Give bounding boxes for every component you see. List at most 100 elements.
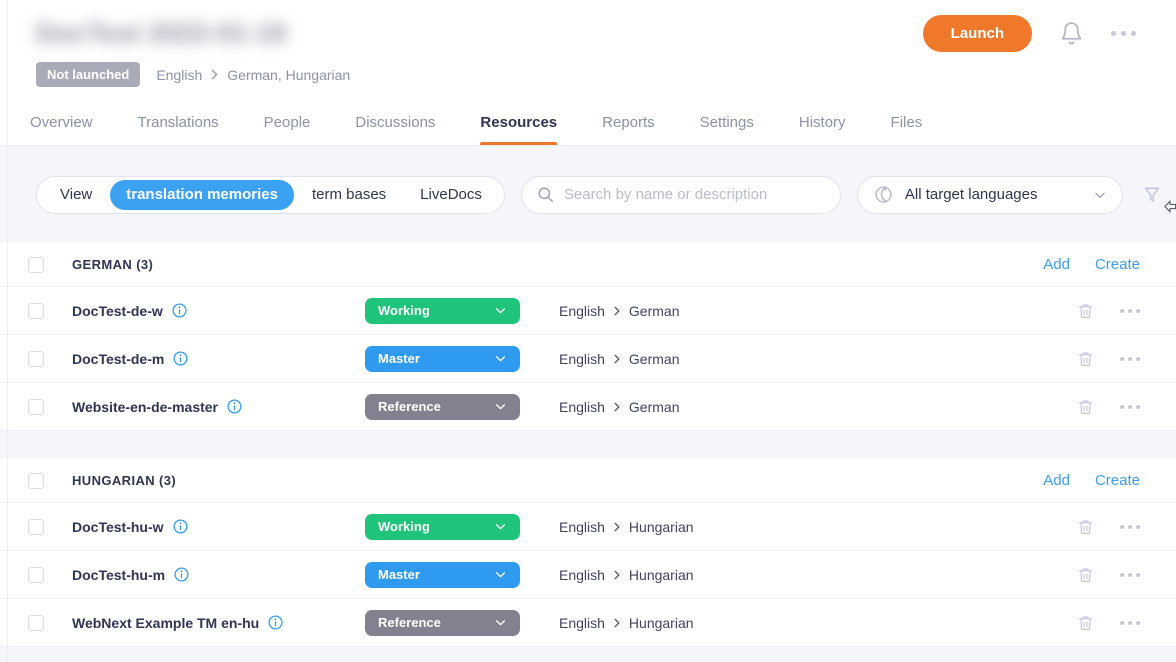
add-link[interactable]: Add (1043, 472, 1070, 489)
row-checkbox[interactable] (28, 615, 44, 631)
section-header: HUNGARIAN (3) Add Create (0, 459, 1176, 503)
row-more-menu-icon[interactable] (1120, 521, 1140, 533)
table-row: DocTest-de-m Master English German (0, 335, 1176, 383)
resource-name[interactable]: Website-en-de-master (72, 399, 218, 415)
resource-name[interactable]: DocTest-hu-w (72, 519, 164, 535)
status-label: Master (378, 351, 420, 366)
language-source: English (559, 399, 605, 415)
chevron-down-icon (494, 568, 507, 581)
target-language-filter[interactable]: All target languages (857, 176, 1123, 214)
tab-reports[interactable]: Reports (602, 100, 655, 145)
source-language: English (156, 67, 202, 83)
chevron-right-icon (612, 306, 622, 316)
info-icon[interactable] (172, 518, 189, 535)
chevron-down-icon (1093, 188, 1107, 202)
chevron-down-icon (494, 352, 507, 365)
row-more-menu-icon[interactable] (1120, 569, 1140, 581)
resource-name[interactable]: DocTest-de-m (72, 351, 164, 367)
table-row: DocTest-hu-w Working English Hungarian (0, 503, 1176, 551)
language-filter-value: All target languages (905, 186, 1038, 203)
create-link[interactable]: Create (1095, 472, 1140, 489)
info-icon[interactable] (172, 350, 189, 367)
chevron-right-icon (612, 570, 622, 580)
language-source: English (559, 351, 605, 367)
delete-icon[interactable] (1077, 398, 1094, 416)
language-target: Hungarian (629, 567, 694, 583)
row-checkbox[interactable] (28, 519, 44, 535)
tab-files[interactable]: Files (891, 100, 923, 145)
language-source: English (559, 567, 605, 583)
status-dropdown[interactable]: Reference (365, 610, 520, 636)
search-input[interactable] (564, 186, 826, 203)
info-icon[interactable] (267, 614, 284, 631)
tab-history[interactable]: History (799, 100, 846, 145)
header-more-menu-icon[interactable] (1111, 27, 1136, 40)
info-icon[interactable] (226, 398, 243, 415)
chevron-right-icon (612, 402, 622, 412)
view-option-translation-memories[interactable]: translation memories (110, 180, 294, 210)
language-source: English (559, 615, 605, 631)
chevron-down-icon (494, 616, 507, 629)
row-more-menu-icon[interactable] (1120, 617, 1140, 629)
section-checkbox[interactable] (28, 257, 44, 273)
info-icon[interactable] (173, 566, 190, 583)
tab-resources[interactable]: Resources (480, 100, 557, 145)
create-link[interactable]: Create (1095, 256, 1140, 273)
row-checkbox[interactable] (28, 399, 44, 415)
tab-people[interactable]: People (264, 100, 311, 145)
language-source: English (559, 303, 605, 319)
status-label: Reference (378, 615, 441, 630)
status-dropdown[interactable]: Reference (365, 394, 520, 420)
row-checkbox[interactable] (28, 567, 44, 583)
chevron-right-icon (612, 354, 622, 364)
language-target: Hungarian (629, 615, 694, 631)
view-label: View (37, 186, 109, 203)
status-dropdown[interactable]: Master (365, 346, 520, 372)
delete-icon[interactable] (1077, 518, 1094, 536)
view-option-term-bases[interactable]: term bases (296, 180, 402, 210)
status-label: Master (378, 567, 420, 582)
status-dropdown[interactable]: Working (365, 298, 520, 324)
row-more-menu-icon[interactable] (1120, 305, 1140, 317)
delete-icon[interactable] (1077, 614, 1094, 632)
row-more-menu-icon[interactable] (1120, 401, 1140, 413)
row-checkbox[interactable] (28, 351, 44, 367)
tab-settings[interactable]: Settings (700, 100, 754, 145)
chevron-down-icon (494, 304, 507, 317)
section-header: GERMAN (3) Add Create (0, 243, 1176, 287)
delete-icon[interactable] (1077, 350, 1094, 368)
language-source: English (559, 519, 605, 535)
status-dropdown[interactable]: Working (365, 514, 520, 540)
info-icon[interactable] (171, 302, 188, 319)
resource-name[interactable]: DocTest-de-w (72, 303, 163, 319)
tab-translations[interactable]: Translations (138, 100, 219, 145)
language-pair: English Hungarian (559, 615, 694, 631)
tab-overview[interactable]: Overview (30, 100, 93, 145)
section-checkbox[interactable] (28, 473, 44, 489)
resource-name[interactable]: DocTest-hu-m (72, 567, 165, 583)
language-pair: English German (559, 399, 680, 415)
language-globe-icon (873, 184, 894, 205)
project-title: DocTest 2022-01-19 (36, 18, 286, 49)
add-link[interactable]: Add (1043, 256, 1070, 273)
tab-bar: Overview Translations People Discussions Res… (0, 100, 1176, 146)
notifications-bell-icon[interactable] (1059, 21, 1084, 46)
tab-discussions[interactable]: Discussions (355, 100, 435, 145)
table-row: DocTest-de-w Working English German (0, 287, 1176, 335)
row-checkbox[interactable] (28, 303, 44, 319)
resource-name[interactable]: WebNext Example TM en-hu (72, 615, 259, 631)
view-option-LiveDocs[interactable]: LiveDocs (404, 180, 498, 210)
section-title: HUNGARIAN (3) (72, 473, 176, 488)
chevron-down-icon (494, 400, 507, 413)
filter-bar: View translation memoriesterm basesLiveD… (0, 146, 1176, 243)
delete-icon[interactable] (1077, 302, 1094, 320)
target-languages: German, Hungarian (227, 67, 350, 83)
filter-funnel-icon[interactable] (1142, 185, 1162, 205)
status-dropdown[interactable]: Master (365, 562, 520, 588)
header-actions: Launch (923, 15, 1136, 52)
delete-icon[interactable] (1077, 566, 1094, 584)
status-label: Working (378, 303, 430, 318)
launch-button[interactable]: Launch (923, 15, 1032, 52)
row-more-menu-icon[interactable] (1120, 353, 1140, 365)
language-section: HUNGARIAN (3) Add Create DocTest-hu-w Wo… (0, 459, 1176, 647)
